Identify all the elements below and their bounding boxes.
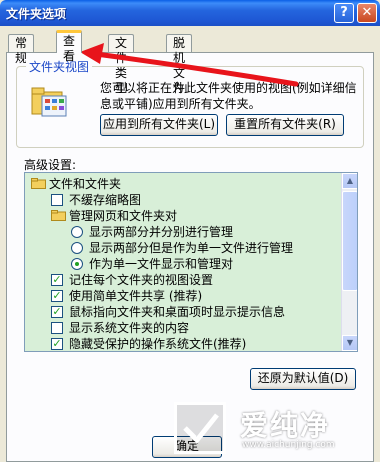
checkbox[interactable]: ✓ [51,274,63,286]
window-title: 文件夹选项 [6,7,67,21]
tab-view[interactable]: 查看 [56,30,83,63]
advanced-settings-label: 高级设置: [24,158,77,172]
radio-button[interactable] [71,226,83,238]
list-item-label: 显示系统文件夹的内容 [69,321,190,335]
list-item-label: 鼠标指向文件夹和桌面项时显示提示信息 [69,305,286,319]
watermark-text: 爱纯净 [240,409,331,442]
list-item-label: 作为单一文件显示和管理对 [89,257,234,271]
title-bar[interactable]: 文件夹选项 ? ✕ [0,0,380,26]
folder-views-label: 文件夹视图 [26,58,93,75]
vertical-scrollbar[interactable]: ▲ ▼ [341,173,357,351]
watermark-url: www.aichunjing.com [242,440,335,450]
help-button[interactable]: ? [334,3,354,23]
checkbox[interactable] [51,322,63,334]
advanced-settings-list[interactable]: 文件和文件夹不缓存缩略图管理网页和文件夹对显示两部分并分别进行管理显示两部分但是… [24,172,358,352]
checkbox[interactable]: ✓ [51,306,63,318]
watermark-logo-icon [174,402,226,454]
checkbox[interactable]: ✓ [51,290,63,302]
scroll-down-icon[interactable]: ▼ [342,335,357,351]
reset-all-folders-button[interactable]: 重置所有文件夹(R) [226,114,344,136]
tab-general[interactable]: 常规 [8,34,35,65]
close-button[interactable]: ✕ [357,3,377,23]
list-item-label: 不缓存缩略图 [69,193,142,207]
radio-button[interactable] [71,242,83,254]
list-item-label: 隐藏受保护的操作系统文件(推荐) [69,337,247,351]
scroll-thumb[interactable] [342,191,357,291]
list-item-label: 显示两部分并分别进行管理 [89,225,234,239]
list-item-label: 管理网页和文件夹对 [69,209,178,223]
checkbox[interactable]: ✓ [51,338,63,350]
scroll-up-icon[interactable]: ▲ [342,173,357,189]
radio-button[interactable] [71,258,83,270]
watermark: 爱纯净 www.aichunjing.com [170,398,380,462]
tab-file-types[interactable]: 文件类型 [108,34,135,95]
list-item-label: 记住每个文件夹的视图设置 [69,273,214,287]
list-item-label: 显示两部分但是作为单一文件进行管理 [89,241,294,255]
checkbox[interactable] [51,194,63,206]
folder-views-icon [31,87,67,117]
restore-defaults-button[interactable]: 还原为默认值(D) [250,368,356,390]
help-icon: ? [340,5,348,20]
tab-offline-files[interactable]: 脱机文件 [166,34,193,95]
folder-views-description: 您可以将正在为此文件夹使用的视图(例如详细信息或平铺)应用到所有文件夹。 [100,81,357,111]
list-item-label: 文件和文件夹 [49,177,122,191]
close-icon: ✕ [361,5,373,20]
folder-icon [51,210,66,221]
list-item-label: 使用简单文件共享 (推荐) [69,289,203,303]
folder-icon [31,178,46,189]
apply-to-all-folders-button[interactable]: 应用到所有文件夹(L) [100,114,218,136]
